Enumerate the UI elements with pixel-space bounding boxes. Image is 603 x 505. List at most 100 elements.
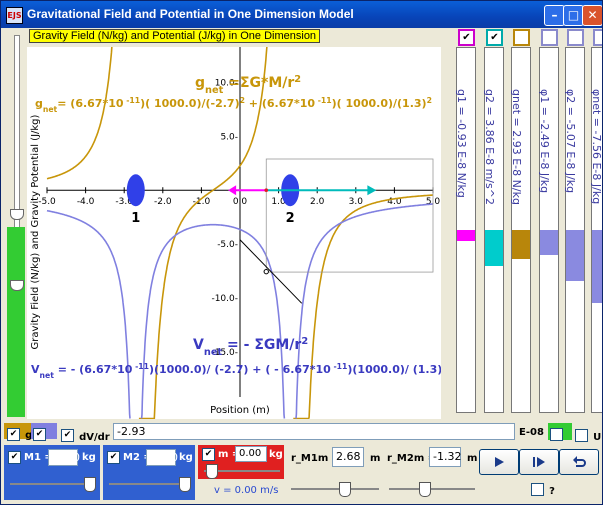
u-check-label: U — [593, 432, 602, 443]
g-checkbox[interactable]: ✔ — [7, 428, 20, 441]
title-bar: EJS Gravitational Field and Potential in… — [1, 1, 602, 28]
m-checkbox[interactable]: ✔ — [202, 448, 215, 461]
step-button[interactable] — [519, 449, 559, 475]
m1-panel: ✔ M1 = 1000 kg — [4, 445, 100, 500]
y-tick-label: 5.0- — [220, 132, 238, 142]
bottom-controls: ✔ g ✔ V ✔ dV/dr = -2.93 E-08 F U ✔ M1 = … — [1, 421, 602, 504]
mass-2-label: 2 — [286, 211, 295, 226]
plot-area[interactable]: -5.0 -4.0 -3.0 -2.0 -1.0 0.0 1.0 2.0 3.0 4.0 5.0 10… — [27, 24, 442, 420]
slider-thumb-lower[interactable] — [10, 280, 24, 291]
meter-g2-fill — [485, 230, 503, 267]
u-checkbox[interactable] — [575, 429, 588, 442]
slider-green-fill — [7, 227, 25, 417]
m2-checkbox[interactable]: ✔ — [107, 451, 120, 464]
meter-gnet-checkbox[interactable] — [513, 29, 530, 46]
m-slider-knob[interactable] — [206, 464, 218, 479]
test-mass — [264, 188, 269, 193]
plot-svg[interactable]: -5.0 -4.0 -3.0 -2.0 -1.0 0.0 1.0 2.0 3.0 4.0 5.010… — [27, 24, 442, 420]
x-axis-label: Position (m) — [210, 405, 270, 416]
x-tick-label: -4.0 — [77, 197, 95, 207]
r-m2m-field[interactable]: -1.32 — [429, 447, 461, 467]
meter-phi2-label: φ2 = -5.07 E-8 J/kg — [564, 89, 577, 194]
meter-gnet-label: gnet = 2.93 E-8 N/kg — [510, 89, 523, 205]
mass-1-label: 1 — [131, 211, 140, 226]
tangent-point — [263, 268, 269, 275]
plot-subtitle: Gravity Field (N/kg) and Potential (J/kg… — [29, 29, 321, 43]
x-tick-label: -2.0 — [154, 197, 172, 207]
x-tick-label: 0.0 — [233, 197, 248, 207]
m2-slider-knob[interactable] — [179, 477, 191, 492]
v-checkbox[interactable]: ✔ — [33, 428, 46, 441]
app-window: EJS Gravitational Field and Potential in… — [0, 0, 603, 505]
meter-phi2-fill — [566, 230, 584, 281]
meter-phinet-checkbox[interactable] — [593, 29, 602, 46]
m1-slider-knob[interactable] — [84, 477, 96, 492]
meter-phi1-fill — [540, 230, 558, 256]
r-m1m-slider-knob[interactable] — [339, 482, 351, 497]
r-m1m-unit: m — [370, 453, 381, 464]
meter-g1: ✔ g1 = -0.93 E-8 N/kg — [454, 29, 478, 417]
meter-phi2: φ2 = -5.07 E-8 J/kg — [563, 29, 587, 417]
meter-gnet-fill — [512, 230, 530, 260]
m2-slider[interactable] — [109, 477, 191, 492]
f-checkbox[interactable] — [550, 428, 563, 441]
meter-g1-checkbox[interactable]: ✔ — [458, 29, 475, 46]
r-m1m-field[interactable]: 2.68 — [332, 447, 364, 467]
help-group[interactable]: ? — [531, 479, 555, 498]
mass-1 — [126, 174, 145, 207]
meter-phi1-label: φ1 = -2.49 E-8 J/kg — [538, 89, 551, 194]
dvdr-value-field[interactable]: -2.93 — [113, 423, 515, 440]
step-icon — [533, 457, 545, 467]
v-toggle-group[interactable]: ✔ V — [31, 423, 57, 460]
x-tick-label: 2.0 — [310, 197, 325, 207]
help-label: ? — [549, 486, 555, 497]
window-title: Gravitational Field and Potential in One… — [27, 7, 354, 21]
meter-phinet: φnet = -7.56 E-8 J/kg — [589, 29, 602, 417]
dvdr-checkbox[interactable]: ✔ — [61, 429, 74, 442]
meter-g2: ✔ g2 = 3.86 E-8 m/s^2 — [482, 29, 506, 417]
r-m2m-slider-knob[interactable] — [419, 482, 431, 497]
m1-unit: kg — [82, 452, 96, 463]
meter-g2-checkbox[interactable]: ✔ — [486, 29, 503, 46]
velocity-readout: v = 0.00 m/s — [214, 485, 279, 496]
help-checkbox[interactable] — [531, 483, 544, 496]
maximize-icon[interactable]: □ — [563, 5, 584, 26]
meter-phi2-checkbox[interactable] — [567, 29, 584, 46]
x-tick-label: 3.0 — [349, 197, 364, 207]
reset-icon — [573, 456, 586, 467]
y-tick-label: -5.0- — [217, 240, 238, 250]
reset-button[interactable] — [559, 449, 599, 475]
m-panel: ✔ m = 0.00 kg v = 0.00 m/s — [198, 445, 284, 500]
play-button[interactable] — [479, 449, 519, 475]
meter-phi1: φ1 = -2.49 E-8 J/kg — [537, 29, 561, 417]
vertical-scale-slider[interactable] — [7, 35, 25, 417]
m2-unit: kg — [179, 452, 193, 463]
m2-panel: ✔ M2 = 1000 kg — [103, 445, 195, 500]
u-toggle-group[interactable]: U — [575, 425, 601, 444]
m2-slider-track — [109, 483, 189, 485]
minimize-icon[interactable]: – — [544, 5, 565, 26]
r-m2m-slider[interactable] — [389, 482, 475, 497]
play-icon — [495, 457, 504, 467]
r-m2m-slider-track — [389, 488, 475, 490]
m2-input[interactable]: 1000 — [146, 449, 178, 466]
m1-input[interactable]: 1000 — [48, 449, 80, 466]
y-axis-label: Gravity Field (N/kg) and Gravity Potenti… — [30, 114, 41, 349]
meter-gnet: gnet = 2.93 E-8 N/kg — [509, 29, 533, 417]
f-toggle-group[interactable]: F — [548, 423, 572, 460]
meter-g2-label: g2 = 3.86 E-8 m/s^2 — [483, 89, 496, 205]
r-m1m-slider[interactable] — [291, 482, 379, 497]
m-input[interactable]: 0.00 — [235, 446, 267, 462]
slider-thumb-upper[interactable] — [10, 209, 24, 220]
close-icon[interactable]: ✕ — [582, 5, 602, 26]
meter-phinet-fill — [592, 230, 602, 303]
meter-g1-fill — [457, 230, 475, 241]
app-icon: EJS — [6, 7, 23, 24]
m1-slider[interactable] — [10, 477, 96, 492]
m1-slider-track — [10, 483, 94, 485]
r-m1m-slider-track — [291, 488, 379, 490]
m-slider[interactable] — [204, 464, 280, 479]
m1-checkbox[interactable]: ✔ — [8, 451, 21, 464]
meter-g1-label: g1 = -0.93 E-8 N/kg — [455, 89, 468, 198]
meter-phi1-checkbox[interactable] — [541, 29, 558, 46]
